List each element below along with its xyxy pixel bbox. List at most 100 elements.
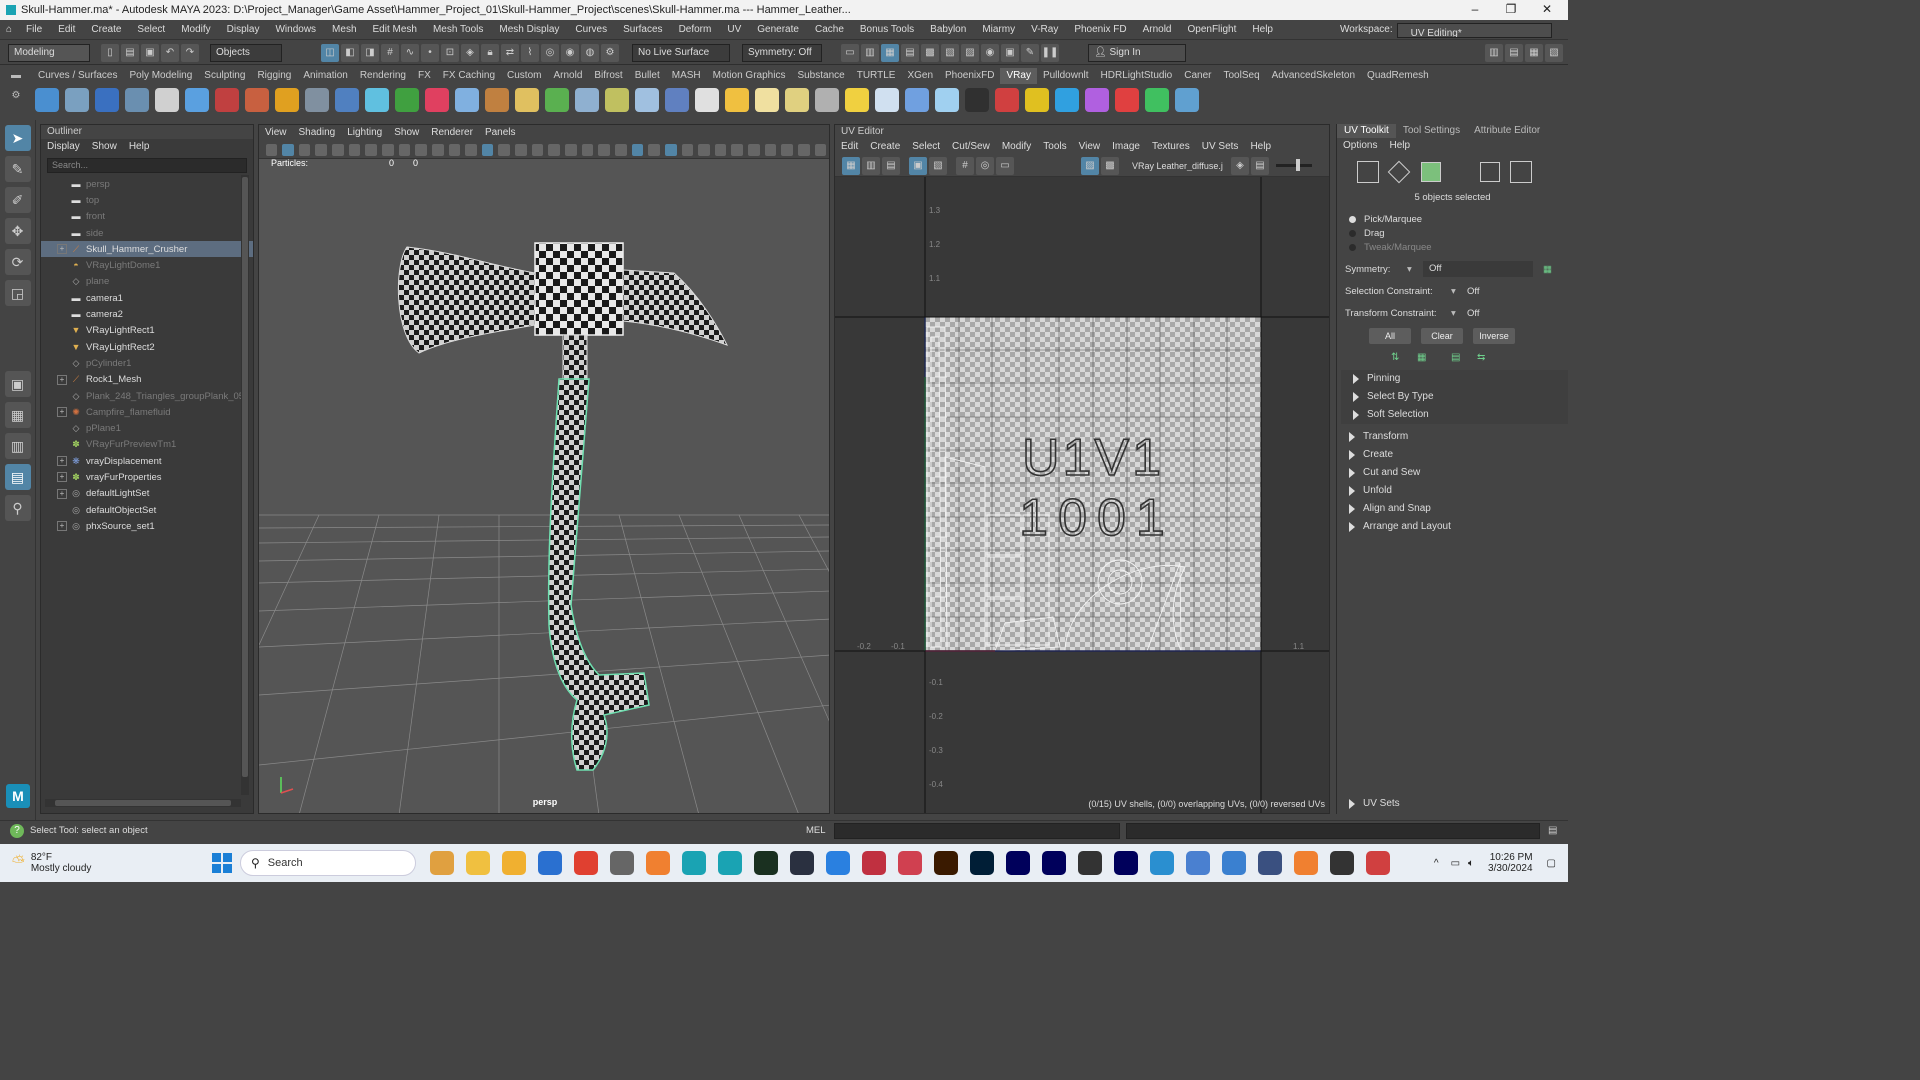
blender-alt-icon[interactable]: [790, 851, 814, 875]
viewport-toolbar-icon[interactable]: [265, 143, 278, 156]
shelf-tool-icon[interactable]: [65, 88, 89, 112]
outliner-menu-help[interactable]: Help: [129, 139, 150, 155]
undo-icon[interactable]: ↶: [161, 43, 179, 62]
attribute-editor-icon[interactable]: ▦: [881, 43, 899, 62]
clock[interactable]: 10:26 PM 3/30/2024: [1488, 852, 1533, 874]
save-scene-icon[interactable]: ▣: [141, 43, 159, 62]
app-icon[interactable]: [1222, 851, 1246, 875]
viewport-toolbar-icon[interactable]: [381, 143, 394, 156]
outliner-item[interactable]: ▼ VRayLightRect2: [41, 339, 253, 355]
shrink-selection-icon[interactable]: ▦: [1417, 352, 1451, 363]
shelf-tab-phoenixfd[interactable]: PhoenixFD: [939, 68, 1000, 84]
shelf-tool-icon[interactable]: [785, 88, 809, 112]
shelf-tool-icon[interactable]: [305, 88, 329, 112]
uv-display-image-icon[interactable]: ▨: [1081, 156, 1099, 175]
shelf-tab-arnold[interactable]: Arnold: [547, 68, 588, 84]
shelf-tab-fx[interactable]: FX: [412, 68, 437, 84]
outliner-toggle-icon[interactable]: ▧: [1545, 43, 1563, 62]
outliner-hscroll-thumb[interactable]: [55, 800, 231, 806]
section-unfold[interactable]: Unfold: [1337, 482, 1568, 500]
vray-vfb-icon[interactable]: ▣: [1001, 43, 1019, 62]
menuset-select[interactable]: Modeling: [8, 43, 90, 62]
help-icon[interactable]: ?: [10, 823, 24, 838]
menu-file[interactable]: File: [18, 20, 50, 40]
outliner-layout-icon[interactable]: ▤: [4, 464, 31, 490]
viewport-toolbar-icon[interactable]: [614, 143, 627, 156]
perspective-viewport[interactable]: View Shading Lighting Show Renderer Panels Pa…: [258, 124, 830, 814]
maya-logo-icon[interactable]: M: [6, 784, 30, 808]
section-pinning[interactable]: Pinning: [1341, 370, 1568, 388]
outliner-item[interactable]: + ⟋ Rock1_Mesh: [41, 372, 253, 388]
symmetry-dropdown[interactable]: ▾: [1407, 264, 1423, 275]
shelf-tab-vray[interactable]: VRay: [1000, 68, 1037, 84]
viewport-toolbar-icon[interactable]: [681, 143, 694, 156]
shelf-tool-icon[interactable]: [185, 88, 209, 112]
invert-selection-button[interactable]: Inverse: [1473, 328, 1515, 344]
select-border-icon[interactable]: ▤: [1451, 352, 1477, 363]
uv-menu-help[interactable]: Help: [1250, 139, 1271, 155]
viewport-menu-renderer[interactable]: Renderer: [431, 125, 473, 141]
uv-filter-icon[interactable]: ◎: [976, 156, 994, 175]
tray-overflow-icon[interactable]: ^: [1434, 858, 1439, 869]
hypershade-icon[interactable]: ▧: [941, 43, 959, 62]
viewport-menu-shading[interactable]: Shading: [299, 125, 336, 141]
viewport-toolbar-icon[interactable]: [415, 143, 427, 156]
tools-icon[interactable]: ✎: [1021, 43, 1039, 62]
shelf-tab-caner[interactable]: Caner: [1178, 68, 1217, 84]
weather-widget[interactable]: ⛅︎ 82°F Mostly cloudy: [12, 852, 212, 874]
render-seq-icon[interactable]: ◉: [561, 43, 579, 62]
viewport-toolbar-icon[interactable]: [764, 143, 777, 156]
viewport-menu-lighting[interactable]: Lighting: [347, 125, 382, 141]
menu-uv[interactable]: UV: [719, 20, 749, 40]
snap-curve-icon[interactable]: ∿: [401, 43, 419, 62]
viewport-toolbar-icon[interactable]: [431, 143, 444, 156]
shelf-tab-custom[interactable]: Custom: [501, 68, 547, 84]
uv-menu-cut-sew[interactable]: Cut/Sew: [952, 139, 990, 155]
expand-plus-icon[interactable]: +: [57, 521, 67, 532]
select-tool-icon[interactable]: ➤: [4, 125, 31, 151]
shelf-tool-icon[interactable]: [365, 88, 389, 112]
viewport-toolbar-icon[interactable]: [698, 143, 710, 156]
shelf-settings-icon[interactable]: ⚙: [0, 86, 32, 106]
vray-render-icon[interactable]: ▨: [961, 43, 979, 62]
uv-checker-toggle-icon[interactable]: ▩: [1101, 156, 1119, 175]
snap-surface-icon[interactable]: ◈: [461, 43, 479, 62]
pick-mode-tweak-marquee[interactable]: Tweak/Marquee: [1349, 240, 1568, 254]
taskbar-search[interactable]: ⚲ Search: [240, 850, 416, 876]
shelf-tool-icon[interactable]: [1055, 88, 1079, 112]
uv-menu-edit[interactable]: Edit: [841, 139, 858, 155]
layer-editor-toggle-icon[interactable]: ▦: [1525, 43, 1543, 62]
shelf-tab-hdrlightstudio[interactable]: HDRLightStudio: [1095, 68, 1179, 84]
shelf-tool-icon[interactable]: [485, 88, 509, 112]
live-surface-field[interactable]: No Live Surface: [632, 43, 730, 62]
outliner-item[interactable]: ▬ camera2: [41, 306, 253, 322]
search-icon[interactable]: ⚲: [4, 495, 31, 521]
uv-face-mode-icon[interactable]: [1421, 162, 1441, 182]
app-icon[interactable]: [826, 851, 850, 875]
outliner-item[interactable]: ◇ plane: [41, 274, 253, 290]
menu-miarmy[interactable]: Miarmy: [974, 20, 1023, 40]
pick-mode-pick-marquee[interactable]: Pick/Marquee: [1349, 212, 1568, 226]
section-select-by-type[interactable]: Select By Type: [1341, 388, 1568, 406]
uv-exposure-slider[interactable]: [1276, 159, 1312, 171]
tools-icon[interactable]: [610, 851, 634, 875]
chrome-icon[interactable]: [574, 851, 598, 875]
render-settings-icon[interactable]: ⚙: [601, 43, 619, 62]
settings-icon[interactable]: [1258, 851, 1282, 875]
snap-view-icon[interactable]: ⊡: [441, 43, 459, 62]
shelf-tab-turtle[interactable]: TURTLE: [851, 68, 902, 84]
two-view-icon[interactable]: ▥: [4, 433, 31, 459]
section-soft-selection[interactable]: Soft Selection: [1341, 406, 1568, 424]
viewport-toolbar-icon[interactable]: [598, 143, 610, 156]
viewport-toolbar-icon[interactable]: [481, 143, 494, 156]
shelf-tool-icon[interactable]: [215, 88, 239, 112]
shelf-tab-motion-graphics[interactable]: Motion Graphics: [707, 68, 792, 84]
viewport-toolbar-icon[interactable]: [781, 143, 793, 156]
shelf-tool-icon[interactable]: [1145, 88, 1169, 112]
shelf-tool-icon[interactable]: [965, 88, 989, 112]
viewport-toolbar-icon[interactable]: [332, 143, 344, 156]
expand-plus-icon[interactable]: +: [57, 244, 67, 255]
menu-openflight[interactable]: OpenFlight: [1179, 20, 1244, 40]
outliner-item[interactable]: + ✺ Campfire_flamefluid: [41, 404, 253, 420]
menu-help[interactable]: Help: [1244, 20, 1281, 40]
